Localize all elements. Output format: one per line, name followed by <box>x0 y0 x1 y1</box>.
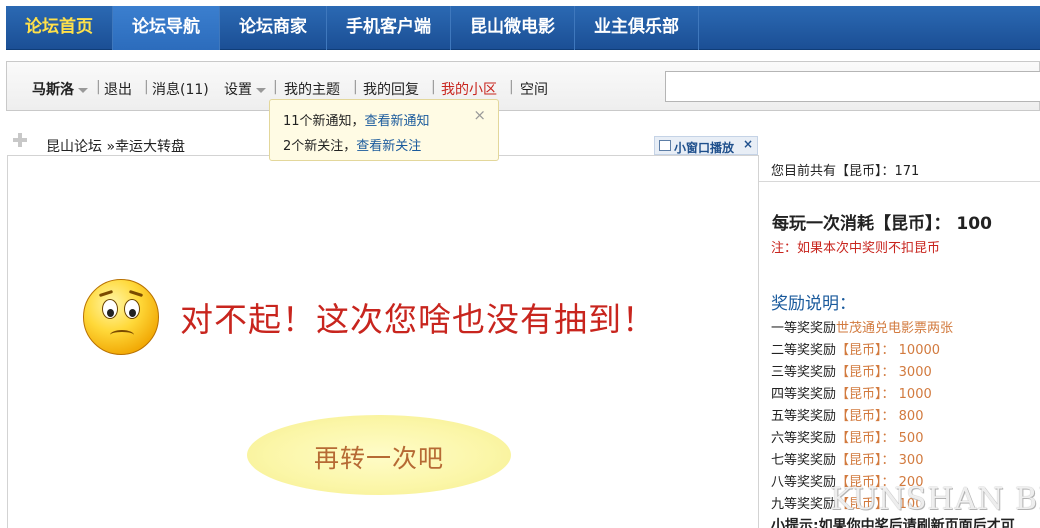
view-follows-link[interactable]: 查看新关注 <box>356 139 421 154</box>
username-label: 马斯洛 <box>32 82 74 98</box>
separator: | <box>353 79 358 95</box>
spin-again-label: 再转一次吧 <box>313 444 444 473</box>
spin-again-button[interactable]: 再转一次吧 <box>247 415 511 495</box>
nav-item-owners-club[interactable]: 业主俱乐部 <box>575 6 699 50</box>
prize-reward: 【昆币】： 300 <box>836 453 924 468</box>
search-input[interactable] <box>665 71 1040 102</box>
divider <box>759 181 1040 182</box>
breadcrumb[interactable]: 昆山论坛 »幸运大转盘 <box>46 136 185 156</box>
notification-line: 11个新通知，查看新通知 <box>283 110 430 129</box>
prize-reward: 【昆币】： 3000 <box>836 365 932 380</box>
nav-item-micro-film[interactable]: 昆山微电影 <box>451 6 575 50</box>
separator: | <box>509 79 514 95</box>
prize-rank: 五等奖奖励 <box>771 409 837 424</box>
separator: | <box>431 79 436 95</box>
result-message: 对不起！这次您啥也没有抽到！ <box>180 300 656 339</box>
prize-rank: 九等奖奖励 <box>771 497 837 512</box>
eye <box>124 299 140 319</box>
plus-icon[interactable] <box>12 132 28 148</box>
coin-balance: 您目前共有【昆币】：171 <box>771 164 920 179</box>
separator: | <box>144 79 149 95</box>
nav-item-mobile-client[interactable]: 手机客户端 <box>327 6 451 50</box>
top-navigation: 论坛首页 论坛导航 论坛商家 手机客户端 昆山微电影 业主俱乐部 <box>6 6 1040 50</box>
space-link[interactable]: 空间 <box>520 79 548 99</box>
prize-row: 七等奖奖励【昆币】： 300 <box>771 449 923 468</box>
prize-rank: 六等奖奖励 <box>771 431 837 446</box>
separator: | <box>96 79 101 95</box>
prize-rank: 四等奖奖励 <box>771 387 837 402</box>
prize-row: 三等奖奖励【昆币】： 3000 <box>771 361 932 380</box>
my-community-link[interactable]: 我的小区 <box>441 79 497 99</box>
chevron-down-icon <box>78 87 88 93</box>
window-icon <box>659 140 671 151</box>
prize-reward: 【昆币】： 10000 <box>836 343 941 358</box>
prize-rank: 八等奖奖励 <box>771 475 837 490</box>
close-icon[interactable]: × <box>473 106 486 124</box>
username-menu[interactable]: 马斯洛 <box>32 79 88 99</box>
pupil <box>107 309 114 317</box>
prize-reward: 【昆币】： 500 <box>836 431 924 446</box>
prize-rank: 二等奖奖励 <box>771 343 837 358</box>
prize-row: 六等奖奖励【昆币】： 500 <box>771 427 923 446</box>
prize-rank: 一等奖奖励 <box>771 321 837 336</box>
settings-label: 设置 <box>224 82 252 98</box>
separator: | <box>273 79 278 95</box>
cost-per-play: 每玩一次消耗【昆币】： 100 <box>772 214 992 234</box>
follow-text: 2个新关注， <box>283 139 357 154</box>
brow <box>98 289 114 298</box>
mouth <box>110 330 134 340</box>
pupil <box>129 309 136 317</box>
my-topics-link[interactable]: 我的主题 <box>284 79 340 99</box>
mini-window-play-button[interactable]: 小窗口播放 × <box>654 136 758 155</box>
notification-popup: 11个新通知，查看新通知 2个新关注，查看新关注 × <box>269 99 499 161</box>
nav-item-home[interactable]: 论坛首页 <box>6 6 113 50</box>
prize-row: 五等奖奖励【昆币】： 800 <box>771 405 923 424</box>
prize-reward: 【昆币】： 1000 <box>836 387 932 402</box>
prize-rank: 三等奖奖励 <box>771 365 837 380</box>
my-replies-link[interactable]: 我的回复 <box>363 79 419 99</box>
prize-reward: 【昆币】： 800 <box>836 409 924 424</box>
prize-rank: 七等奖奖励 <box>771 453 837 468</box>
close-icon[interactable]: × <box>743 137 753 151</box>
brow <box>128 289 144 298</box>
settings-menu[interactable]: 设置 <box>224 79 266 99</box>
mini-window-label: 小窗口播放 <box>674 141 735 155</box>
watermark-logo: KUNSHAN BBS <box>830 482 1040 517</box>
nav-item-merchants[interactable]: 论坛商家 <box>220 6 327 50</box>
rewards-sidebar: 您目前共有【昆币】：171 每玩一次消耗【昆币】： 100 注：如果本次中奖则不… <box>759 155 1040 528</box>
prize-row: 二等奖奖励【昆币】： 10000 <box>771 339 940 358</box>
prize-row: 四等奖奖励【昆币】： 1000 <box>771 383 932 402</box>
follow-line: 2个新关注，查看新关注 <box>283 135 421 154</box>
chevron-down-icon <box>256 87 266 93</box>
messages-link[interactable]: 消息(11) <box>152 79 209 99</box>
user-bar: 马斯洛 | 退出 | 消息(11) 设置 | 我的主题 | 我的回复 | 我的小… <box>6 61 1040 111</box>
view-notifications-link[interactable]: 查看新通知 <box>365 114 430 129</box>
cost-note: 注：如果本次中奖则不扣昆币 <box>771 241 941 256</box>
rewards-title: 奖励说明： <box>771 294 856 314</box>
nav-item-guide[interactable]: 论坛导航 <box>113 6 220 50</box>
worried-face-icon <box>83 279 159 355</box>
eye <box>102 299 118 319</box>
prize-reward: 世茂通兑电影票两张 <box>836 321 954 336</box>
logout-link[interactable]: 退出 <box>104 79 132 99</box>
notification-text: 11个新通知， <box>283 114 365 129</box>
prize-row: 一等奖奖励世茂通兑电影票两张 <box>771 317 953 336</box>
